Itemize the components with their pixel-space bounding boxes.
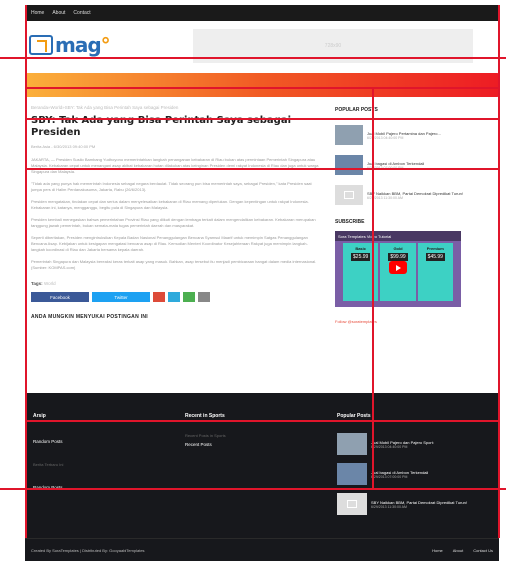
footer-subtext: Recent Posts in Sports xyxy=(185,433,226,438)
share-twitter-button[interactable]: Twitter xyxy=(92,292,150,302)
bottom-link-about[interactable]: About xyxy=(453,548,463,553)
site-header: mag° 728x90 xyxy=(25,21,499,73)
post-paragraph: Presiden kembali menegaskan bahwa pemeri… xyxy=(31,217,316,228)
overlay-line xyxy=(25,5,27,538)
site-footer: Arsip Random Posts Berita Terbaru Ini Ra… xyxy=(25,393,499,538)
overlay-line xyxy=(498,5,500,538)
post-thumbnail[interactable] xyxy=(337,463,367,485)
overlay-line xyxy=(0,57,506,59)
popular-post-date: 6/29/2013 04:40:00 PM xyxy=(367,135,404,140)
pricing-card: Premium $45.99 xyxy=(417,243,453,301)
bottom-link-contact[interactable]: Contact Us xyxy=(473,548,493,553)
footer-popular-item[interactable]: SBY Naikkan BBM, Partai Demokrat Dipredi… xyxy=(337,493,495,515)
post-paragraph: "Tidak ada yang punya hak memerintah Ind… xyxy=(31,181,312,192)
video-embed[interactable]: Sora Templates Video Tutorial Basic $25.… xyxy=(335,231,461,307)
follow-link[interactable]: Follow @soratemplates xyxy=(335,319,493,324)
footer-heading: Arsip xyxy=(33,413,46,419)
share-line-icon[interactable] xyxy=(183,292,195,302)
nav-contact-link[interactable]: Contact xyxy=(73,10,90,16)
popular-post-item[interactable]: Jual Mobil Pajero Pertamina dan Pajero..… xyxy=(335,125,493,145)
ad-size-label: 728x90 xyxy=(324,43,342,49)
footer-popular-item[interactable]: Jual Mobil Pajero dan Pajero Sport: 6/29… xyxy=(337,433,495,455)
footer-link[interactable]: Recent Posts xyxy=(185,442,325,447)
logo-mark-icon xyxy=(29,35,53,55)
footer-popular-item[interactable]: Jual bagasi di Ambon Terkendali 6/29/201… xyxy=(337,463,495,485)
post-paragraph: Presiden mengatakan, tindakan cepat dan … xyxy=(31,199,309,210)
footer-post-title[interactable]: Jual Mobil Pajero dan Pajero Sport: xyxy=(371,440,434,445)
content-area: Beranda»World»SBY: Tak Ada yang Bisa Per… xyxy=(25,97,499,393)
footer-post-title[interactable]: Jual bagasi di Ambon Terkendali xyxy=(371,470,428,475)
share-pinterest-icon[interactable] xyxy=(168,292,180,302)
play-button-icon[interactable] xyxy=(389,261,407,274)
post-thumbnail[interactable] xyxy=(335,125,363,145)
share-facebook-button[interactable]: Facebook xyxy=(31,292,89,302)
footer-heading: Recent in Sports xyxy=(185,413,225,419)
share-more-icon[interactable] xyxy=(198,292,210,302)
footer-col-archive: Arsip Random Posts Berita Terbaru Ini Ra… xyxy=(33,413,173,508)
overlay-line xyxy=(25,168,499,170)
popular-post-item[interactable]: Jual bagasi di Ambon Terkendali 6/29/201… xyxy=(335,155,493,175)
tags-label: Tags: xyxy=(31,281,43,286)
popular-post-title[interactable]: SBY Naikkan BBM, Partai Demokrat Dipredi… xyxy=(367,191,463,196)
nav-about-link[interactable]: About xyxy=(52,10,65,16)
top-navbar: Home About Contact xyxy=(25,5,499,21)
footer-heading: Popular Posts xyxy=(337,413,371,419)
post-thumbnail[interactable] xyxy=(337,433,367,455)
popular-post-title[interactable]: Jual Mobil Pajero Pertamina dan Pajero..… xyxy=(367,131,441,136)
post-tags: Tags: World xyxy=(31,281,321,286)
post-thumbnail[interactable] xyxy=(335,155,363,175)
post-paragraph: Pemerintah Singapura dan Malaysia bereak… xyxy=(31,259,317,270)
site-logo[interactable]: mag° xyxy=(29,31,111,59)
nav-home-link[interactable]: Home xyxy=(31,10,44,16)
popular-post-date: 6/29/2013 11:30:00 AM xyxy=(367,195,403,200)
overlay-line xyxy=(25,420,499,422)
post-meta: Berita Asia - 6/30/2013 09:40:00 PM xyxy=(31,144,96,149)
footer-subtext: Berita Terbaru Ini xyxy=(33,462,64,467)
logo-text: mag° xyxy=(55,33,111,57)
footer-post-date: 6/29/2013 11:30:00 AM xyxy=(371,504,407,509)
post-paragraph: Seperti diberitakan, Presiden mengintruk… xyxy=(31,235,308,252)
footer-col-popular: Popular Posts Jual Mobil Pajero dan Paje… xyxy=(337,413,495,523)
overlay-line xyxy=(25,87,499,89)
footer-post-date: 6/29/2013 04:40:00 PM xyxy=(371,444,408,449)
related-posts-heading: ANDA MUNGKIN MENYUKAI POSTINGAN INI xyxy=(31,314,148,320)
overlay-line xyxy=(0,488,506,490)
video-title: Sora Templates Video Tutorial xyxy=(335,231,461,241)
sidebar: POPULAR POSTS Jual Mobil Pajero Pertamin… xyxy=(335,107,493,324)
share-buttons: Facebook Twitter xyxy=(31,292,321,302)
tag-link[interactable]: World xyxy=(44,281,56,286)
image-placeholder-icon[interactable] xyxy=(337,493,367,515)
footer-post-date: 6/29/2013 07:00:00 PM xyxy=(371,474,408,479)
post-main: Beranda»World»SBY: Tak Ada yang Bisa Per… xyxy=(31,105,321,320)
popular-posts-heading: POPULAR POSTS xyxy=(335,107,378,113)
footer-credit[interactable]: Created By SoraTemplates | Distributed B… xyxy=(31,548,145,553)
bottom-link-home[interactable]: Home xyxy=(432,548,443,553)
share-google-icon[interactable] xyxy=(153,292,165,302)
footer-link[interactable]: Random Posts xyxy=(33,439,173,444)
overlay-line xyxy=(25,118,499,120)
blog-page: Home About Contact mag° 728x90 Beranda»W… xyxy=(0,0,506,561)
breadcrumb[interactable]: Beranda»World»SBY: Tak Ada yang Bisa Per… xyxy=(31,105,321,110)
banner-strip xyxy=(25,73,499,97)
footer-post-title[interactable]: SBY Naikkan BBM, Partai Demokrat Dipredi… xyxy=(371,500,467,505)
popular-post-item[interactable]: SBY Naikkan BBM, Partai Demokrat Dipredi… xyxy=(335,185,493,205)
post-paragraph: JAKARTA, — Presiden Susilo Bambang Yudho… xyxy=(31,157,319,174)
overlay-line xyxy=(372,87,374,488)
subscribe-heading: SUBSCRIBE xyxy=(335,219,365,225)
popular-post-title[interactable]: Jual bagasi di Ambon Terkendali xyxy=(367,161,424,166)
image-placeholder-icon[interactable] xyxy=(335,185,363,205)
bottom-links: Home About Contact Us xyxy=(432,548,493,553)
bottom-bar: Created By SoraTemplates | Distributed B… xyxy=(25,538,499,561)
